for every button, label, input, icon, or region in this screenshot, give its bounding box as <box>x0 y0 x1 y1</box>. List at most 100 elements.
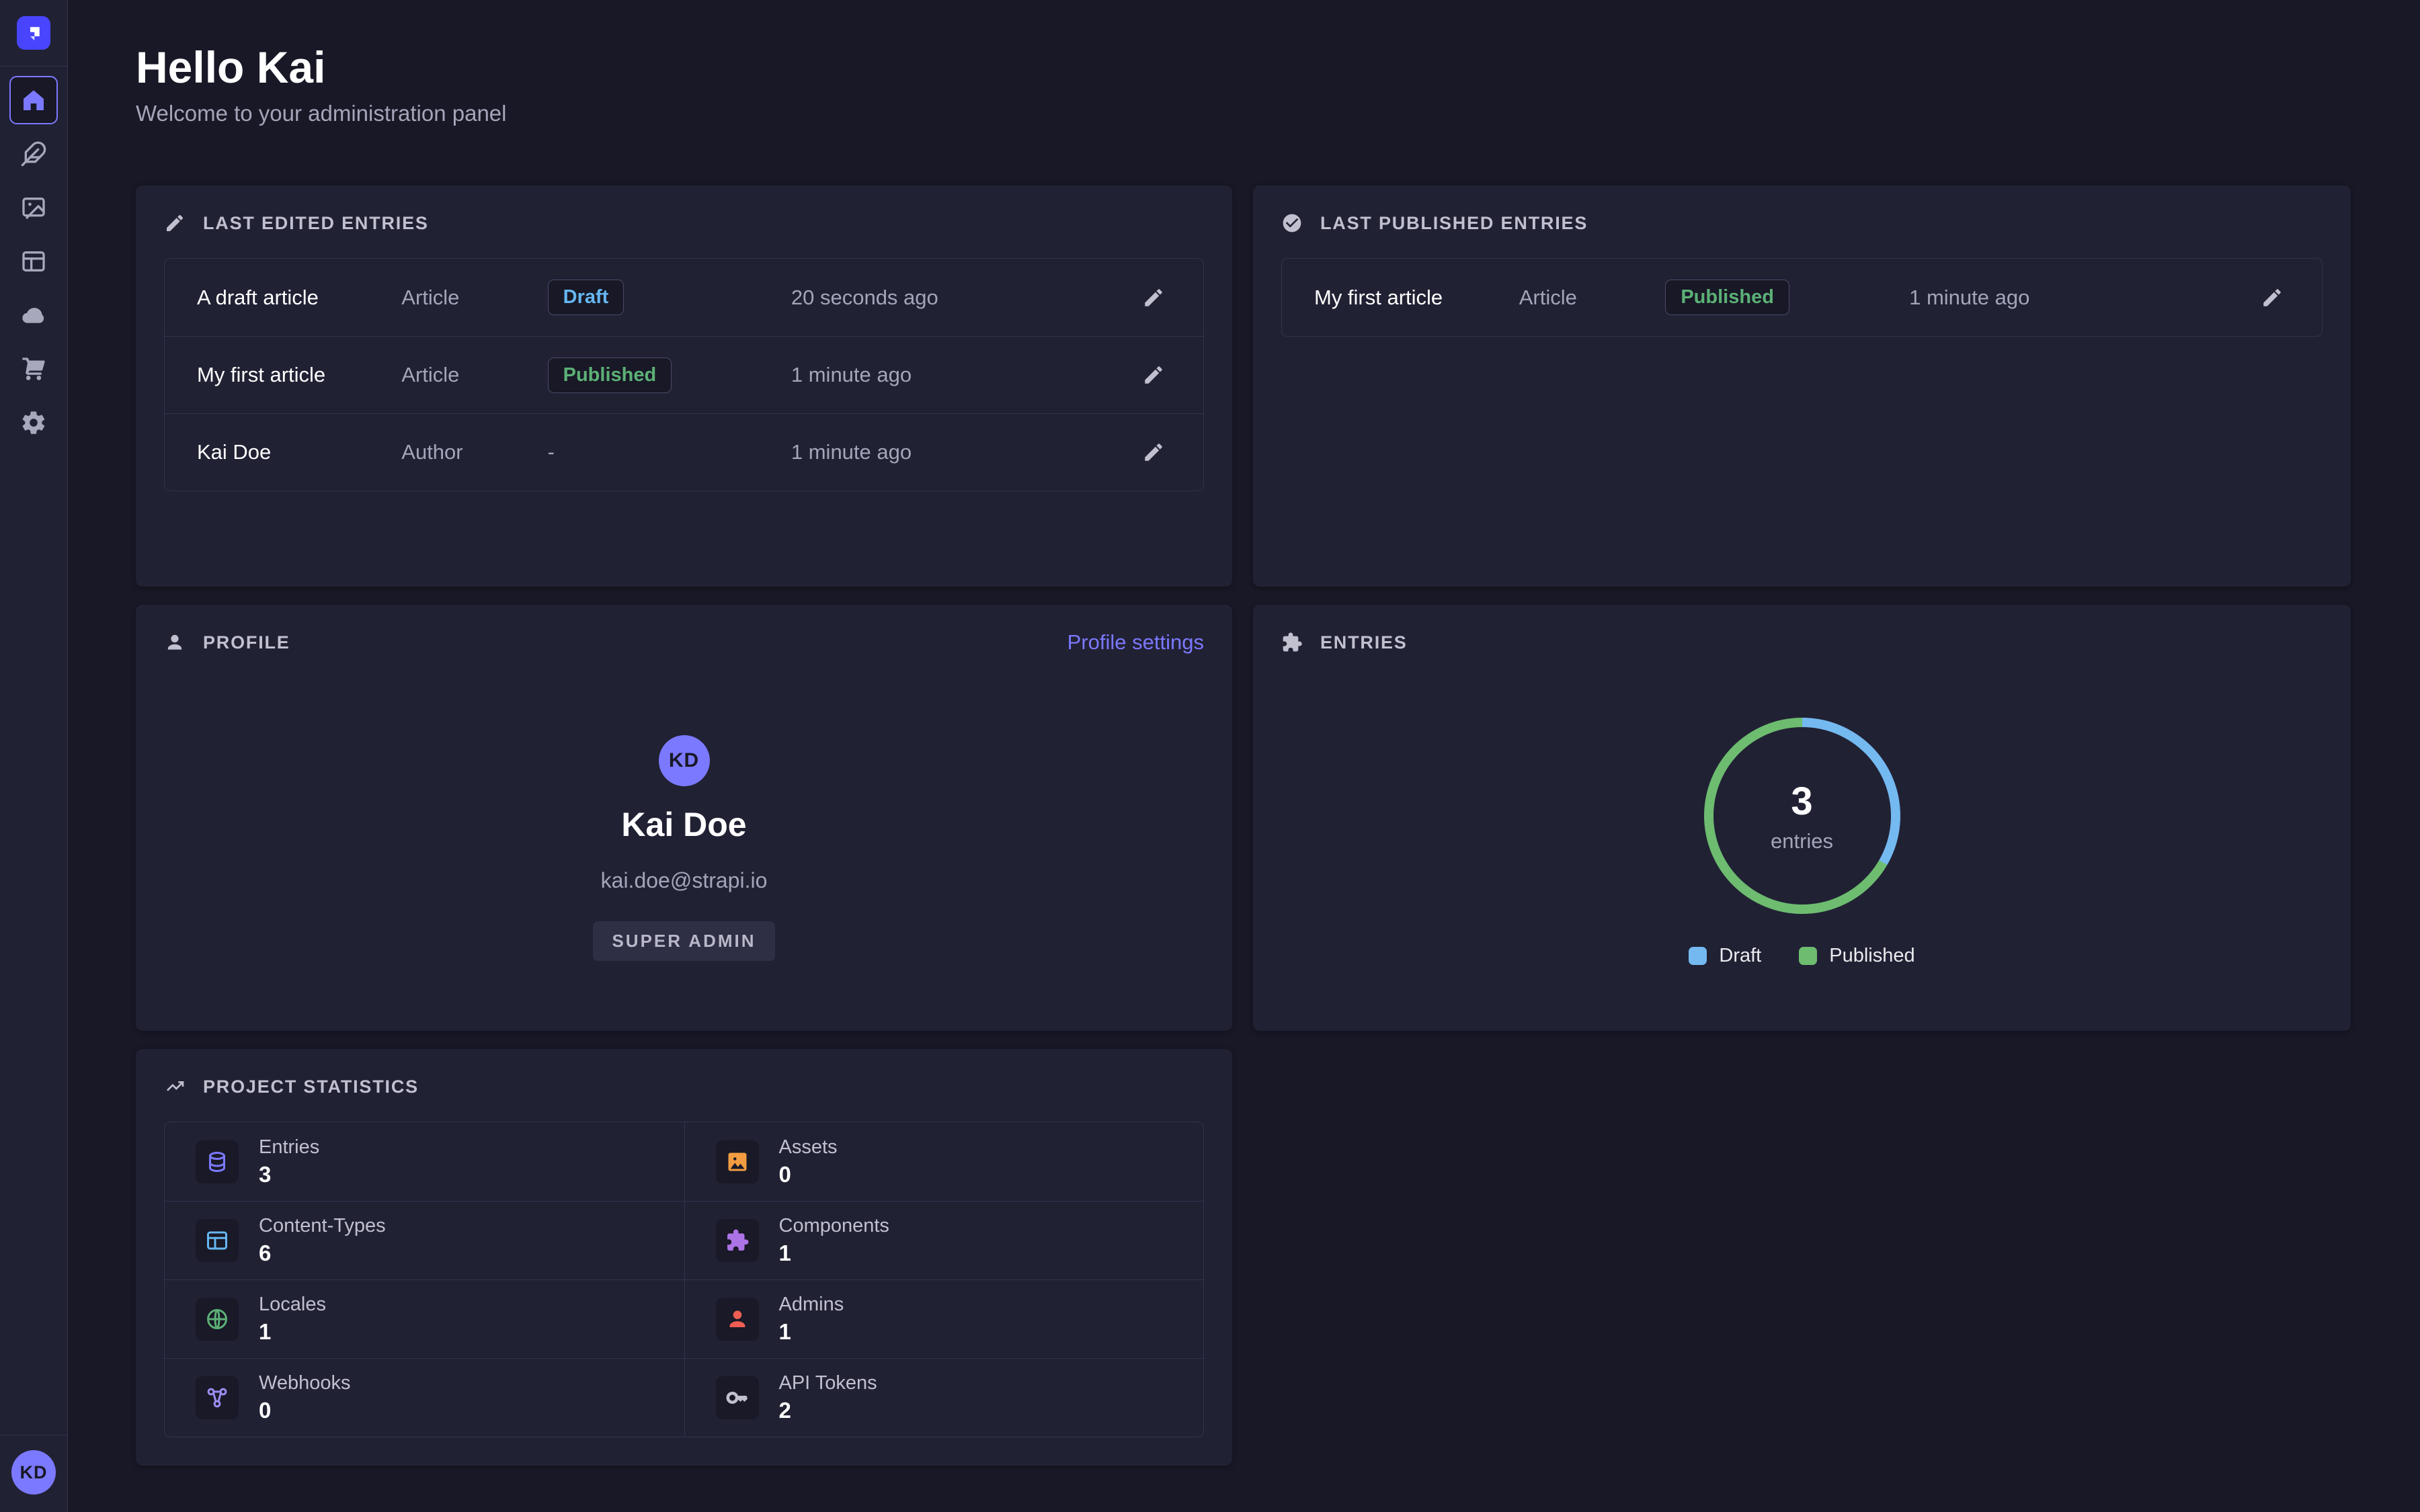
pencil-icon <box>1142 441 1165 464</box>
pencil-icon <box>164 212 186 234</box>
profile-settings-link[interactable]: Profile settings <box>1067 630 1204 655</box>
stat-value: 0 <box>779 1162 838 1187</box>
chart-legend: Draft Published <box>1689 945 1914 967</box>
entry-updated-time: 1 minute ago <box>791 363 1136 387</box>
layout-icon <box>196 1219 239 1262</box>
stat-label: Components <box>779 1215 889 1237</box>
user-icon <box>164 632 186 653</box>
status-empty: - <box>548 440 555 464</box>
entry-name: My first article <box>1314 286 1519 310</box>
donut-total-label: entries <box>1771 829 1833 853</box>
stat-cell-locales: Locales1 <box>165 1279 684 1358</box>
entry-type: Article <box>1519 286 1666 310</box>
edit-entry-button[interactable] <box>2255 280 2290 315</box>
legend-item: Draft <box>1689 945 1761 967</box>
status-badge: Published <box>548 358 672 393</box>
entries-panel: ENTRIES 3 entries Draft Published <box>1253 605 2351 1031</box>
sidebar-divider <box>0 66 68 67</box>
panel-title: LAST EDITED ENTRIES <box>203 213 429 234</box>
edit-entry-button[interactable] <box>1136 435 1171 470</box>
panel-title: LAST PUBLISHED ENTRIES <box>1320 213 1588 234</box>
legend-label: Published <box>1829 945 1914 967</box>
pencil-icon <box>1142 364 1165 386</box>
database-icon <box>196 1140 239 1183</box>
status-badge: Published <box>1665 280 1789 315</box>
stat-value: 2 <box>779 1398 877 1423</box>
pencil-icon <box>1142 286 1165 309</box>
entry-type: Article <box>401 363 547 387</box>
last-edited-entries-panel: LAST EDITED ENTRIES A draft articleArtic… <box>136 185 1232 587</box>
strapi-logo-icon[interactable] <box>17 16 50 50</box>
gear-icon <box>20 409 47 436</box>
legend-swatch <box>1689 947 1707 965</box>
entry-name: Kai Doe <box>197 440 401 464</box>
stat-value: 1 <box>259 1319 326 1345</box>
globe-icon <box>196 1298 239 1341</box>
stat-cell-assets: Assets 0 <box>684 1122 1204 1201</box>
page-subtitle: Welcome to your administration panel <box>136 101 507 126</box>
check-circle-icon <box>1281 212 1303 234</box>
entry-updated-time: 1 minute ago <box>1909 286 2255 310</box>
donut-center: 3 entries <box>1713 727 1891 905</box>
last-published-entries-panel: LAST PUBLISHED ENTRIES My first articleA… <box>1253 185 2351 587</box>
legend-item: Published <box>1799 945 1914 967</box>
stat-cell-content-types: Content-Types6 <box>165 1201 684 1279</box>
last-published-table: My first articleArticlePublished 1 minute… <box>1281 258 2323 337</box>
entry-status: Published <box>548 358 791 393</box>
panel-title: PROFILE <box>203 632 290 653</box>
status-badge: Draft <box>548 280 624 315</box>
table-row[interactable]: My first articleArticlePublished 1 minute… <box>165 336 1203 413</box>
stat-value: 3 <box>259 1162 319 1187</box>
table-row[interactable]: A draft articleArticleDraft 20 seconds ag… <box>165 259 1203 336</box>
key-icon <box>716 1376 759 1419</box>
sidebar-item-content-manager[interactable] <box>9 130 58 178</box>
sidebar-item-settings[interactable] <box>9 398 58 447</box>
table-row[interactable]: My first articleArticlePublished 1 minute… <box>1282 259 2322 336</box>
entry-status: Published <box>1665 280 1909 315</box>
stat-value: 1 <box>779 1319 844 1345</box>
sidebar-item-marketplace[interactable] <box>9 345 58 393</box>
admin-user-icon <box>716 1298 759 1341</box>
user-avatar[interactable]: KD <box>11 1450 56 1495</box>
entry-type: Article <box>401 286 547 310</box>
stat-label: Webhooks <box>259 1372 351 1394</box>
puzzle-icon <box>716 1219 759 1262</box>
last-edited-table: A draft articleArticleDraft20 seconds ag… <box>164 258 1204 491</box>
panel-title: PROJECT STATISTICS <box>203 1077 419 1097</box>
edit-entry-button[interactable] <box>1136 280 1171 315</box>
entry-updated-time: 1 minute ago <box>791 440 1136 464</box>
layout-icon <box>20 248 47 275</box>
donut-total: 3 <box>1791 779 1812 824</box>
entry-name: A draft article <box>197 286 401 310</box>
sidebar-nav <box>9 76 58 447</box>
image-icon <box>716 1140 759 1183</box>
project-statistics-panel: PROJECT STATISTICS Entries 3 Assets 0 Conten… <box>136 1049 1232 1466</box>
stat-value: 1 <box>779 1241 889 1266</box>
entry-name: My first article <box>197 363 401 387</box>
sidebar-item-home[interactable] <box>9 76 58 124</box>
webhook-icon <box>196 1376 239 1419</box>
legend-label: Draft <box>1719 945 1761 967</box>
panel-title: ENTRIES <box>1320 632 1408 653</box>
stat-label: Entries <box>259 1136 319 1159</box>
cart-icon <box>20 355 47 382</box>
sidebar-item-deploy[interactable] <box>9 291 58 339</box>
profile-email: kai.doe@strapi.io <box>601 868 768 893</box>
stat-label: Admins <box>779 1294 844 1316</box>
stat-label: Assets <box>779 1136 838 1159</box>
stat-label: API Tokens <box>779 1372 877 1394</box>
legend-swatch <box>1799 947 1817 965</box>
pencil-icon <box>2261 286 2284 309</box>
page-title: Hello Kai <box>136 42 325 93</box>
stat-cell-admins: Admins 1 <box>684 1279 1204 1358</box>
stat-cell-api-tokens: API Tokens 2 <box>684 1358 1204 1437</box>
sidebar-item-media-library[interactable] <box>9 183 58 232</box>
entry-status: Draft <box>548 280 791 315</box>
stat-cell-webhooks: Webhooks0 <box>165 1358 684 1437</box>
sidebar-item-content-type-builder[interactable] <box>9 237 58 286</box>
cloud-icon <box>20 302 47 329</box>
table-row[interactable]: Kai DoeAuthor-1 minute ago <box>165 413 1203 491</box>
entry-updated-time: 20 seconds ago <box>791 286 1136 310</box>
profile-panel: PROFILE Profile settings KD Kai Doe kai.… <box>136 605 1232 1031</box>
edit-entry-button[interactable] <box>1136 358 1171 392</box>
